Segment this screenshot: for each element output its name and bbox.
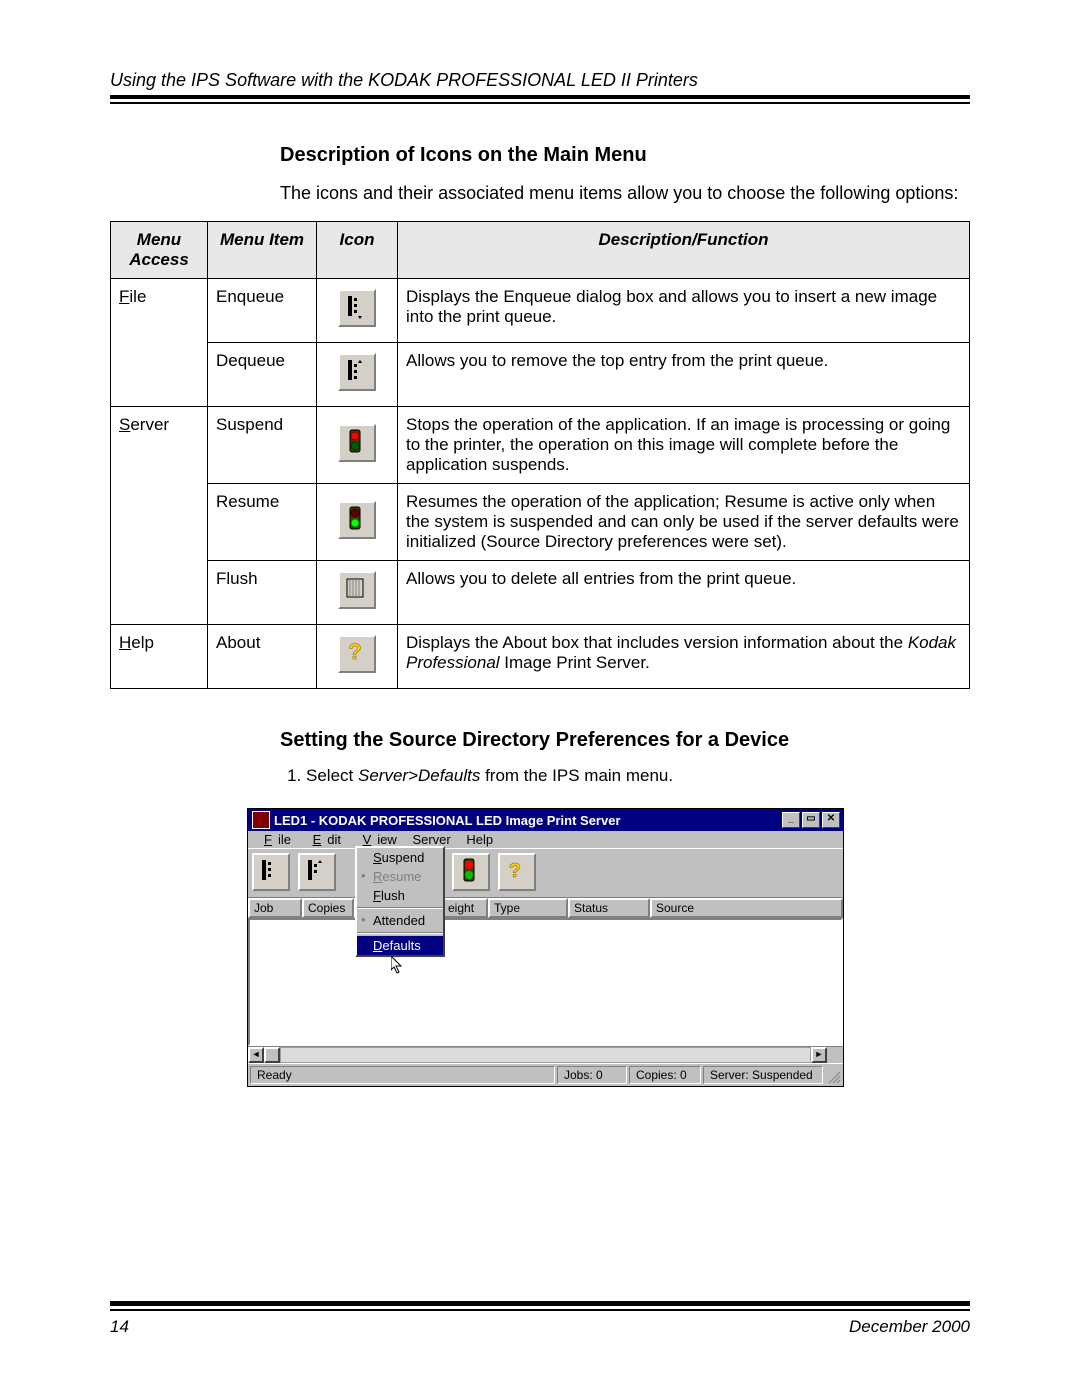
mi-defaults[interactable]: Defaults (357, 936, 443, 955)
cell-access-blank1 (111, 343, 208, 407)
th-description: Description/Function (398, 222, 970, 279)
mi-attended[interactable]: Attended (357, 911, 443, 930)
screenshot-window: LED1 - KODAK PROFESSIONAL LED Image Prin… (247, 808, 844, 1087)
cell-icon-about: ? (317, 625, 398, 689)
mi-flush[interactable]: Flush (357, 886, 443, 905)
header-rule-thick (110, 95, 970, 99)
mi-separator2 (357, 932, 443, 934)
list-area[interactable] (248, 918, 843, 1046)
doc-header-title: Using the IPS Software with the KODAK PR… (110, 70, 970, 91)
toolbar-help-icon[interactable]: ? (498, 853, 536, 891)
app-icon (252, 811, 270, 829)
minimize-button[interactable]: _ (782, 812, 800, 828)
title-bar[interactable]: LED1 - KODAK PROFESSIONAL LED Image Prin… (248, 809, 843, 831)
step-list: Select Server>Defaults from the IPS main… (280, 766, 970, 786)
cell-access-file: File (111, 279, 208, 343)
suspend-icon (338, 424, 376, 462)
section2-heading: Setting the Source Directory Preferences… (280, 729, 970, 752)
header-rule-thin (110, 102, 970, 104)
mi-separator1 (357, 907, 443, 909)
svg-text:?: ? (509, 860, 521, 882)
th-menu-item: Menu Item (208, 222, 317, 279)
col-type[interactable]: Type (488, 898, 568, 918)
cell-access-blank2 (111, 484, 208, 561)
cell-item-dequeue: Dequeue (208, 343, 317, 407)
about-icon: ? (338, 635, 376, 673)
cell-icon-dequeue (317, 343, 398, 407)
resize-grip-icon[interactable] (825, 1068, 841, 1084)
cell-access-server: Server (111, 407, 208, 484)
col-source[interactable]: Source (650, 898, 843, 918)
scroll-track[interactable] (280, 1047, 811, 1063)
cell-item-enqueue: Enqueue (208, 279, 317, 343)
status-bar: Ready Jobs: 0 Copies: 0 Server: Suspende… (248, 1063, 843, 1086)
scroll-right-icon[interactable]: ► (811, 1047, 827, 1063)
cell-desc-resume: Resumes the operation of the application… (398, 484, 970, 561)
th-menu-access: Menu Access (111, 222, 208, 279)
mi-suspend[interactable]: Suspend (357, 848, 443, 867)
col-job[interactable]: Job (248, 898, 302, 918)
cell-icon-suspend (317, 407, 398, 484)
cell-item-resume: Resume (208, 484, 317, 561)
menu-help[interactable]: Help (460, 831, 499, 848)
status-ready: Ready (250, 1066, 555, 1084)
footer-rule-thin (110, 1309, 970, 1311)
close-button[interactable]: ✕ (822, 812, 840, 828)
server-dropdown: Suspend Resume Flush Attended Defaults (355, 846, 445, 957)
th-icon: Icon (317, 222, 398, 279)
page-number: 14 (110, 1317, 129, 1337)
cell-item-about: About (208, 625, 317, 689)
svg-text:?: ? (348, 639, 361, 664)
cell-desc-dequeue: Allows you to remove the top entry from … (398, 343, 970, 407)
section1-heading: Description of Icons on the Main Menu (280, 144, 970, 167)
menu-file[interactable]: File (252, 831, 297, 848)
status-server: Server: Suspended (703, 1066, 823, 1084)
toolbar-traffic-icon[interactable] (452, 853, 490, 891)
cell-icon-flush (317, 561, 398, 625)
footer-date: December 2000 (849, 1317, 970, 1337)
cell-desc-flush: Allows you to delete all entries from th… (398, 561, 970, 625)
enqueue-icon (338, 289, 376, 327)
maximize-button[interactable]: ▭ (802, 812, 820, 828)
dequeue-icon (338, 353, 376, 391)
menu-bar: File Edit View Server Help (248, 831, 843, 848)
cell-desc-enqueue: Displays the Enqueue dialog box and allo… (398, 279, 970, 343)
scroll-left-icon[interactable]: ◄ (248, 1047, 264, 1063)
cell-item-suspend: Suspend (208, 407, 317, 484)
toolbar-enqueue-icon[interactable] (252, 853, 290, 891)
cell-item-flush: Flush (208, 561, 317, 625)
col-copies[interactable]: Copies (302, 898, 354, 918)
flush-icon (338, 571, 376, 609)
mi-resume: Resume (357, 867, 443, 886)
resume-icon (338, 501, 376, 539)
cell-desc-suspend: Stops the operation of the application. … (398, 407, 970, 484)
cell-icon-enqueue (317, 279, 398, 343)
status-copies: Copies: 0 (629, 1066, 701, 1084)
col-height[interactable]: eight (442, 898, 488, 918)
toolbar-dequeue-icon[interactable] (298, 853, 336, 891)
status-jobs: Jobs: 0 (557, 1066, 627, 1084)
footer-rule-thick (110, 1301, 970, 1306)
section1-intro: The icons and their associated menu item… (280, 181, 970, 205)
cell-desc-about: Displays the About box that includes ver… (398, 625, 970, 689)
window-title: LED1 - KODAK PROFESSIONAL LED Image Prin… (274, 813, 621, 828)
toolbar: ? (248, 848, 843, 897)
icon-table: Menu Access Menu Item Icon Description/F… (110, 221, 970, 689)
column-headers: Job Copies eight Type Status Source (248, 897, 843, 918)
cell-access-help: Help (111, 625, 208, 689)
col-status[interactable]: Status (568, 898, 650, 918)
horizontal-scrollbar[interactable]: ◄ ► (248, 1046, 843, 1063)
cell-access-blank3 (111, 561, 208, 625)
step-1: Select Server>Defaults from the IPS main… (306, 766, 970, 786)
menu-edit[interactable]: Edit (301, 831, 347, 848)
cell-icon-resume (317, 484, 398, 561)
